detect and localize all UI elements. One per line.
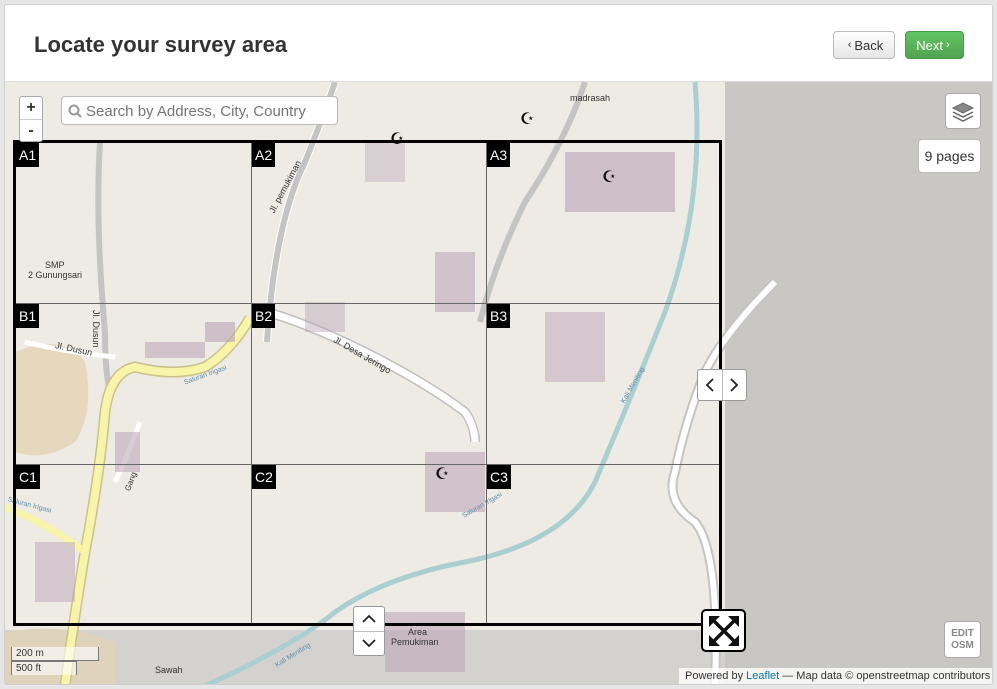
grid-cell-a2[interactable]: A2: [252, 143, 487, 304]
survey-grid[interactable]: A1 A2 A3 B1 B2 B3 C1 C2 C3: [13, 140, 722, 626]
layers-icon: [951, 102, 975, 122]
grow-height-button[interactable]: [354, 632, 384, 656]
grid-cell-b2[interactable]: B2: [252, 304, 487, 465]
map-view[interactable]: ☪ ☪ ☪ ☪ madrasah SMP 2 Gunungsari Jl. pe…: [5, 82, 992, 684]
shrink-width-button[interactable]: [698, 370, 723, 400]
page-title: Locate your survey area: [34, 32, 288, 57]
grid-cell-label: C2: [252, 465, 276, 489]
attribution-suffix: — Map data © openstreetmap contributors: [782, 670, 991, 682]
search-box[interactable]: [61, 96, 338, 125]
grid-cell-c3[interactable]: C3: [487, 465, 719, 623]
zoom-in-button[interactable]: +: [20, 97, 42, 119]
chevron-up-icon: [362, 614, 376, 623]
vertical-resize-control: [353, 606, 385, 656]
grid-cell-b3[interactable]: B3: [487, 304, 719, 465]
layers-button[interactable]: [945, 93, 981, 129]
chevron-left-icon: ‹: [847, 39, 852, 51]
grid-cell-label: A3: [487, 143, 511, 167]
svg-text:☪: ☪: [520, 109, 534, 128]
grid-cell-a1[interactable]: A1: [16, 143, 252, 304]
shrink-height-button[interactable]: [354, 607, 384, 632]
place-label: Area: [408, 627, 428, 637]
next-button[interactable]: Next ›: [905, 31, 964, 59]
edit-osm-label-1: EDIT: [951, 628, 974, 639]
back-button-label: Back: [854, 37, 884, 53]
expand-button[interactable]: [701, 609, 746, 652]
place-label: Pemukiman: [391, 637, 439, 647]
header: Locate your survey area ‹ Back Next ›: [5, 5, 992, 82]
place-label: madrasah: [570, 93, 611, 103]
grid-cell-c2[interactable]: C2: [252, 465, 487, 623]
chevron-right-icon: [730, 378, 739, 392]
page-count-badge: 9 pages: [918, 139, 981, 173]
chevron-left-icon: [705, 378, 714, 392]
grid-cell-b1[interactable]: B1: [16, 304, 252, 465]
edit-osm-label-2: OSM: [951, 640, 974, 651]
grid-cell-label: A2: [252, 143, 276, 167]
grid-cell-label: B1: [16, 304, 40, 328]
search-input[interactable]: [86, 101, 334, 121]
place-label: Sawah: [155, 665, 183, 675]
grid-cell-label: C3: [487, 465, 511, 489]
grid-cell-label: B3: [487, 304, 511, 328]
grid-cell-c1[interactable]: C1: [16, 465, 252, 623]
horizontal-resize-control: [697, 369, 747, 401]
grid-cell-a3[interactable]: A3: [487, 143, 719, 304]
zoom-out-button[interactable]: -: [20, 119, 42, 141]
wizard-frame: Locate your survey area ‹ Back Next › ☪ …: [4, 4, 993, 685]
search-icon: [68, 104, 82, 118]
next-button-label: Next: [916, 37, 944, 53]
attribution-prefix: Powered by: [685, 670, 744, 682]
leaflet-link[interactable]: Leaflet: [746, 670, 779, 682]
attribution: Powered by Leaflet — Map data © openstre…: [679, 668, 992, 684]
edit-osm-button[interactable]: EDIT OSM: [944, 621, 981, 658]
chevron-right-icon: ›: [946, 39, 950, 51]
scale-bar: 200 m 500 ft: [11, 647, 99, 675]
grid-cell-label: B2: [252, 304, 276, 328]
scale-imperial: 500 ft: [11, 661, 77, 675]
zoom-control: + -: [19, 96, 43, 142]
back-button[interactable]: ‹ Back: [833, 31, 895, 59]
grow-width-button[interactable]: [723, 370, 747, 400]
chevron-down-icon: [362, 639, 376, 648]
scale-metric: 200 m: [11, 647, 99, 661]
grid-cell-label: C1: [16, 465, 40, 489]
expand-arrows-icon: [708, 615, 739, 646]
grid-cell-label: A1: [16, 143, 40, 167]
